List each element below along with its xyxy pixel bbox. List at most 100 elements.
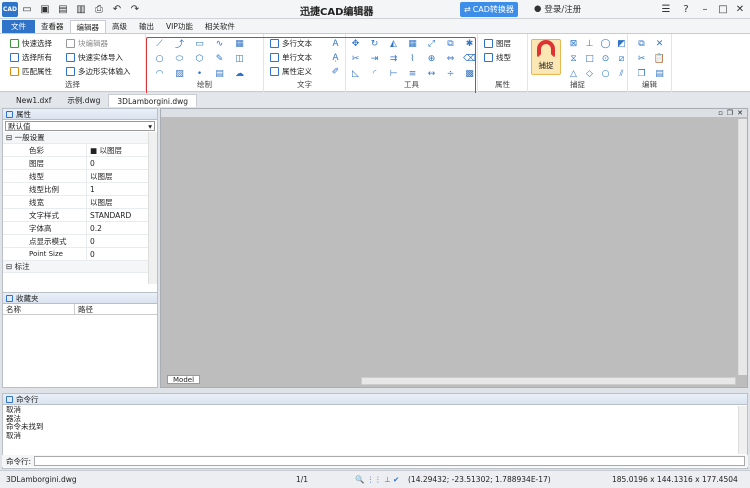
rotate-icon[interactable]: ↻ bbox=[369, 38, 380, 49]
divide-icon[interactable]: ÷ bbox=[445, 68, 456, 79]
polyline-icon[interactable]: ⤴ bbox=[174, 38, 185, 50]
prop-row[interactable]: 线宽 以图层 bbox=[3, 196, 157, 209]
snap-quadrant-icon[interactable]: ◇ bbox=[584, 68, 595, 79]
canvas-restore-icon[interactable]: ❐ bbox=[727, 109, 733, 117]
snap-perpendicular-icon[interactable]: ⊥ bbox=[584, 38, 595, 49]
extend-icon[interactable]: ⇥ bbox=[369, 53, 380, 64]
group-general[interactable]: ⊟ 一般设置 bbox=[3, 132, 157, 144]
array-icon[interactable]: ▦ bbox=[407, 38, 418, 49]
line-icon[interactable]: ⟋ bbox=[154, 38, 165, 49]
select-all-button[interactable]: 选择所有 bbox=[10, 52, 52, 63]
snap-nearest-icon[interactable]: ⧄ bbox=[616, 53, 627, 64]
tab-vip[interactable]: VIP功能 bbox=[160, 20, 199, 33]
prop-row[interactable]: 字体高 0.2 bbox=[3, 222, 157, 235]
explode-icon[interactable]: ✱ bbox=[464, 38, 475, 49]
col-name[interactable]: 名称 bbox=[3, 304, 75, 314]
offset-icon[interactable]: ⇉ bbox=[388, 53, 399, 64]
save-as-icon[interactable]: ▥ bbox=[72, 2, 90, 17]
tab-file[interactable]: 文件 bbox=[2, 20, 35, 33]
snap-button[interactable]: 捕捉 bbox=[531, 39, 561, 75]
maximize-icon[interactable]: □ bbox=[715, 2, 731, 17]
prop-row[interactable]: 图层 0 bbox=[3, 157, 157, 170]
text-style-icon[interactable]: A bbox=[330, 38, 341, 49]
snap-center-icon[interactable]: ◯ bbox=[600, 38, 611, 49]
tab-viewer[interactable]: 查看器 bbox=[35, 20, 70, 33]
canvas-close-icon[interactable]: ✕ bbox=[737, 109, 743, 117]
snap-endpoint-icon[interactable]: ⊠ bbox=[568, 38, 579, 49]
group-annotation[interactable]: ⊟ 标注 bbox=[3, 261, 157, 273]
measure-icon[interactable]: ⊢ bbox=[388, 68, 399, 79]
tab-advanced[interactable]: 高级 bbox=[106, 20, 133, 33]
copy-clip-icon[interactable]: ⧉ bbox=[636, 38, 647, 49]
cloud-icon[interactable]: ☁ bbox=[234, 68, 245, 79]
move-icon[interactable]: ✥ bbox=[350, 38, 361, 49]
spline-icon[interactable]: ∿ bbox=[214, 38, 225, 49]
ellipse-icon[interactable]: ⬭ bbox=[174, 53, 185, 64]
image-icon[interactable]: ▩ bbox=[464, 68, 475, 79]
chamfer-icon[interactable]: ◺ bbox=[350, 68, 361, 79]
snap-node-icon[interactable]: ⊙ bbox=[600, 53, 611, 64]
menu-icon[interactable]: ☰ bbox=[658, 2, 674, 17]
fillet-icon[interactable]: ◜ bbox=[369, 68, 380, 79]
command-scrollbar[interactable] bbox=[738, 406, 747, 454]
block-editor-button[interactable]: 块编辑器 bbox=[66, 38, 108, 49]
login-button[interactable]: ● 登录/注册 bbox=[534, 3, 581, 15]
tab-related[interactable]: 相关软件 bbox=[199, 20, 241, 33]
help-icon[interactable]: ? bbox=[678, 2, 694, 17]
copy-icon[interactable]: ⧉ bbox=[445, 38, 456, 49]
canvas-hscroll[interactable] bbox=[361, 377, 736, 385]
drawing-canvas[interactable]: ▫ ❐ ✕ Model bbox=[160, 108, 748, 388]
paste-icon[interactable]: 📋 bbox=[654, 53, 665, 64]
attdef-button[interactable]: 属性定义 bbox=[270, 66, 312, 77]
snap-tangent-icon[interactable]: ◩ bbox=[616, 38, 627, 49]
break-icon[interactable]: ⌇ bbox=[407, 53, 418, 64]
point-icon[interactable]: • bbox=[194, 68, 205, 79]
open-file-icon[interactable]: ▣ bbox=[36, 2, 54, 17]
scale-icon[interactable]: ⤢ bbox=[426, 38, 437, 49]
polygon-entity-button[interactable]: 多边形实体输入 bbox=[66, 66, 131, 77]
erase-icon[interactable]: ⌫ bbox=[463, 53, 476, 64]
linetype-button[interactable]: 线型 bbox=[484, 52, 511, 63]
close-icon[interactable]: ✕ bbox=[732, 2, 748, 17]
table-icon[interactable]: ▤ bbox=[214, 68, 225, 79]
properties-selector[interactable]: 默认值 ▾ bbox=[5, 121, 155, 131]
snap-intersection-icon[interactable]: ⧖ bbox=[568, 53, 579, 64]
minimize-icon[interactable]: – bbox=[697, 2, 713, 17]
model-tab[interactable]: Model bbox=[167, 375, 201, 384]
prop-row[interactable]: 文字样式 STANDARD bbox=[3, 209, 157, 222]
region-icon[interactable]: ◫ bbox=[234, 53, 245, 64]
text-edit-icon[interactable]: Ạ bbox=[330, 52, 341, 63]
join-icon[interactable]: ⊕ bbox=[426, 53, 437, 64]
col-path[interactable]: 路径 bbox=[75, 304, 93, 314]
tab-output[interactable]: 输出 bbox=[133, 20, 160, 33]
arc-icon[interactable]: ◠ bbox=[154, 68, 165, 79]
snap-parallel-icon[interactable]: ⫽ bbox=[616, 68, 627, 79]
doc-tab-new1[interactable]: New1.dxf bbox=[8, 94, 59, 107]
doc-tab-example[interactable]: 示例.dwg bbox=[59, 94, 108, 107]
cad-converter-button[interactable]: ⇄ CAD转换器 bbox=[460, 2, 518, 17]
circle-icon[interactable]: ○ bbox=[154, 53, 165, 64]
snap-square-icon[interactable]: □ bbox=[584, 53, 595, 64]
print-icon[interactable]: ⎙ bbox=[90, 2, 108, 17]
quick-select-button[interactable]: 快速选择 bbox=[10, 38, 52, 49]
prop-row[interactable]: Point Size 0 bbox=[3, 248, 157, 261]
new-file-icon[interactable]: ▭ bbox=[18, 2, 36, 17]
pen-icon[interactable]: ✎ bbox=[214, 53, 225, 64]
snap-midpoint-icon[interactable]: △ bbox=[568, 68, 579, 79]
snap-insert-icon[interactable]: ○ bbox=[600, 68, 611, 79]
layers-button[interactable]: 图层 bbox=[484, 38, 511, 49]
prop-row[interactable]: 点显示模式 0 bbox=[3, 235, 157, 248]
lengthen-icon[interactable]: ↔ bbox=[426, 68, 437, 79]
mirror-icon[interactable]: ◭ bbox=[388, 38, 399, 49]
canvas-minimize-icon[interactable]: ▫ bbox=[718, 109, 723, 117]
paste-special-icon[interactable]: ▤ bbox=[654, 68, 665, 79]
duplicate-icon[interactable]: ❐ bbox=[636, 68, 647, 79]
tab-editor[interactable]: 编辑器 bbox=[69, 20, 106, 33]
prop-row[interactable]: 线型比例 1 bbox=[3, 183, 157, 196]
cut-icon[interactable]: ✂ bbox=[636, 53, 647, 64]
status-snap-icons[interactable]: 🔍 ⋮⋮ ⊥ ✔ bbox=[355, 475, 399, 484]
command-input[interactable] bbox=[34, 456, 745, 466]
hatch-icon[interactable]: ▨ bbox=[174, 68, 185, 79]
canvas-vscroll[interactable] bbox=[738, 119, 747, 375]
undo-icon[interactable]: ↶ bbox=[108, 2, 126, 17]
